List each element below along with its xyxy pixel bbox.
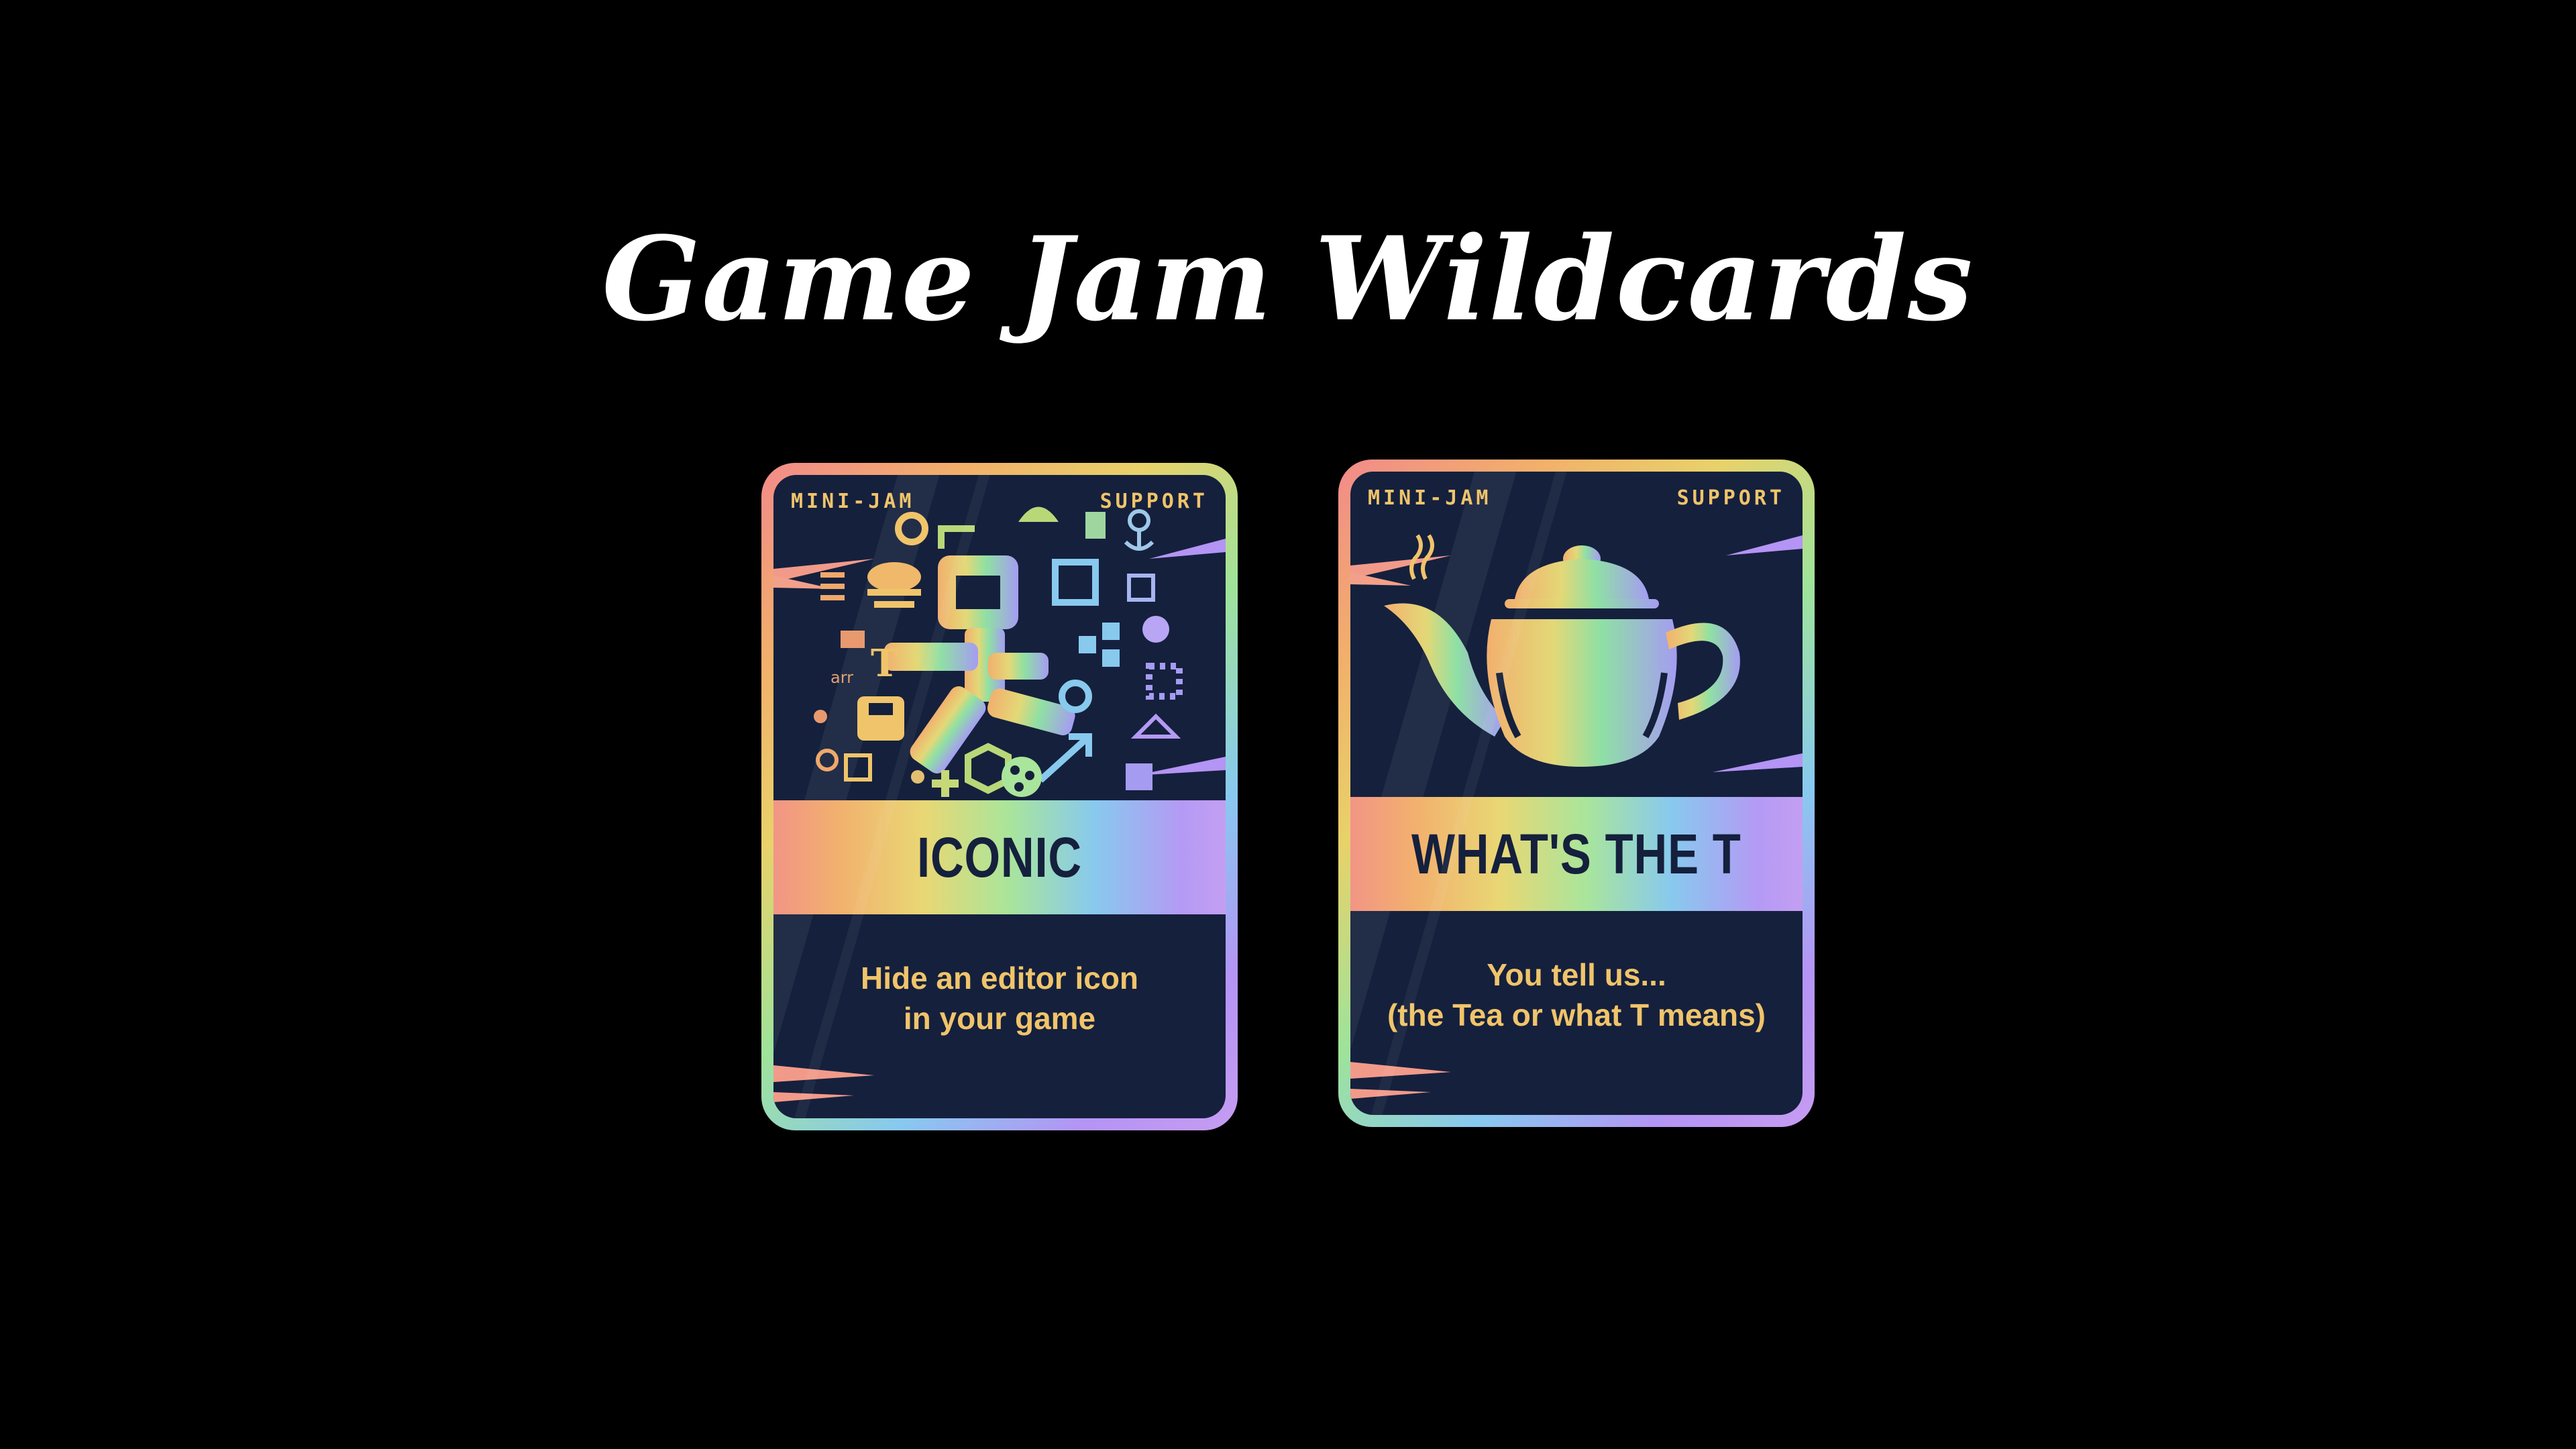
wildcard-iconic[interactable]: MINI-JAM SUPPORT T arr ICONIC Hide an ed… [761, 463, 1238, 1130]
spike-right-top [1149, 539, 1226, 559]
spike-right-top [1726, 535, 1803, 555]
wildcard-whats-the-t[interactable]: MINI-JAM SUPPORT WHAT'S THE T You tell u… [1338, 460, 1815, 1127]
card-description-line-1: You tell us... [1487, 957, 1666, 992]
spike-left-bottom [773, 1065, 874, 1082]
card-description: You tell us... (the Tea or what T means) [1350, 955, 1803, 1035]
cube-icon [965, 743, 1012, 794]
search-icon [1059, 680, 1092, 713]
arrow-icon [938, 525, 975, 549]
card-name-banner: WHAT'S THE T [1350, 797, 1803, 911]
card-name-banner: ICONIC [773, 800, 1226, 914]
svg-text:arr: arr [830, 668, 853, 687]
card-name: WHAT'S THE T [1411, 822, 1741, 885]
spike-left-bottom [1350, 1062, 1451, 1079]
spike-right-mid [1713, 753, 1803, 772]
spike-left-top [1350, 555, 1451, 579]
svg-text:T: T [871, 641, 899, 686]
card-name: ICONIC [917, 825, 1082, 889]
frame-icon [1052, 559, 1099, 606]
stage: Game Jam Wildcards MINI-JAM SUPPORT T ar… [0, 0, 2576, 1449]
dotted-rect-icon [1146, 663, 1183, 700]
spike-left-top [773, 559, 874, 582]
card-description-line-1: Hide an editor icon [860, 961, 1139, 996]
page-title: Game Jam Wildcards [602, 211, 1974, 347]
card-face: MINI-JAM SUPPORT [1350, 472, 1803, 1115]
card-description-line-2: in your game [903, 1001, 1096, 1036]
steam-icon [1409, 534, 1423, 580]
running-figure-icon [884, 555, 1075, 773]
teapot-icon [1384, 545, 1740, 767]
card-description-line-2: (the Tea or what T means) [1387, 998, 1766, 1032]
card-face: MINI-JAM SUPPORT [773, 475, 1226, 1118]
resize-icon [1038, 733, 1092, 783]
card-description: Hide an editor icon in your game [773, 958, 1226, 1038]
circle-icon [895, 512, 928, 545]
